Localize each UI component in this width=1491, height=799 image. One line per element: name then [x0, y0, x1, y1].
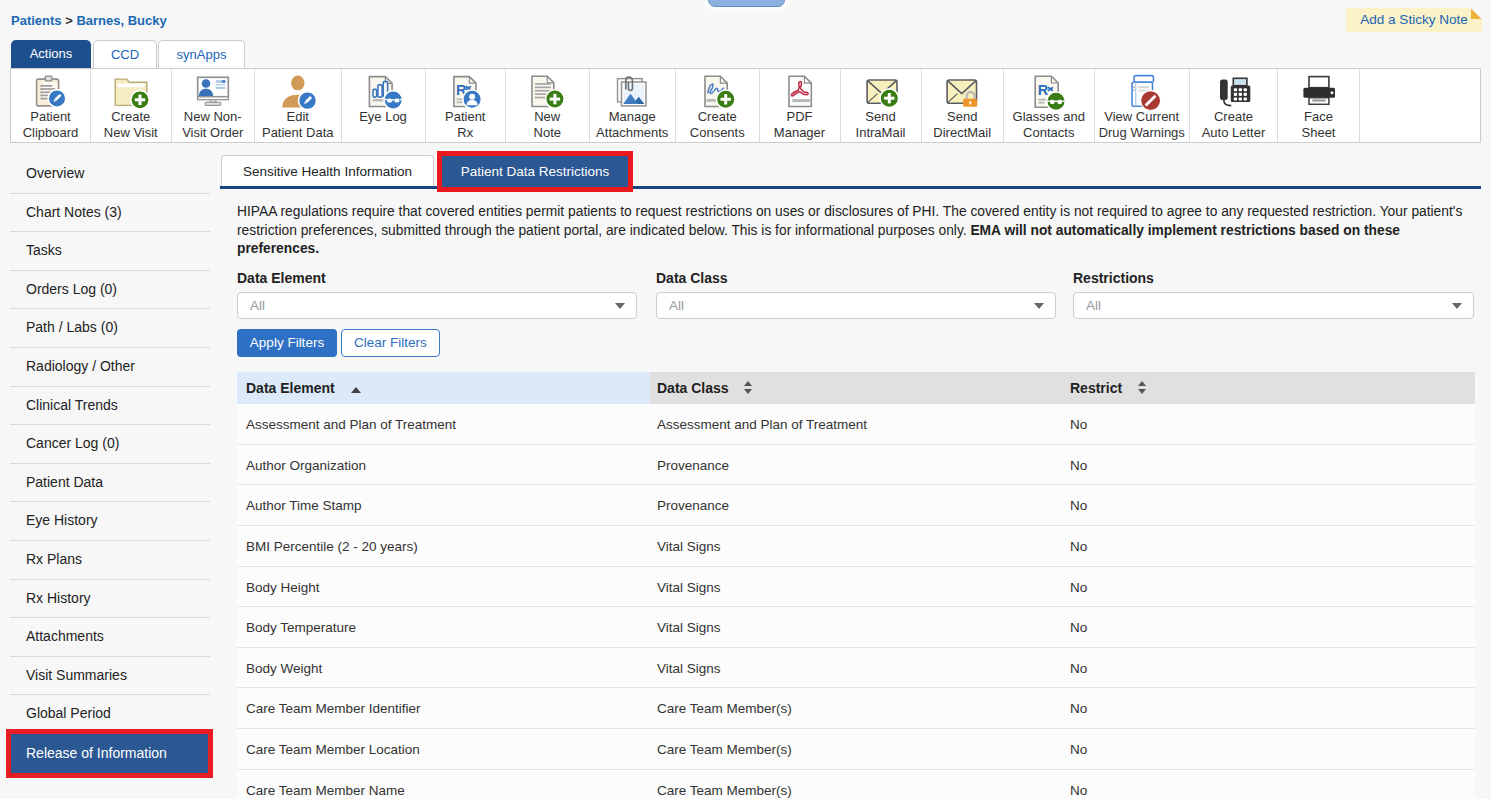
- svg-text:R: R: [1038, 82, 1049, 98]
